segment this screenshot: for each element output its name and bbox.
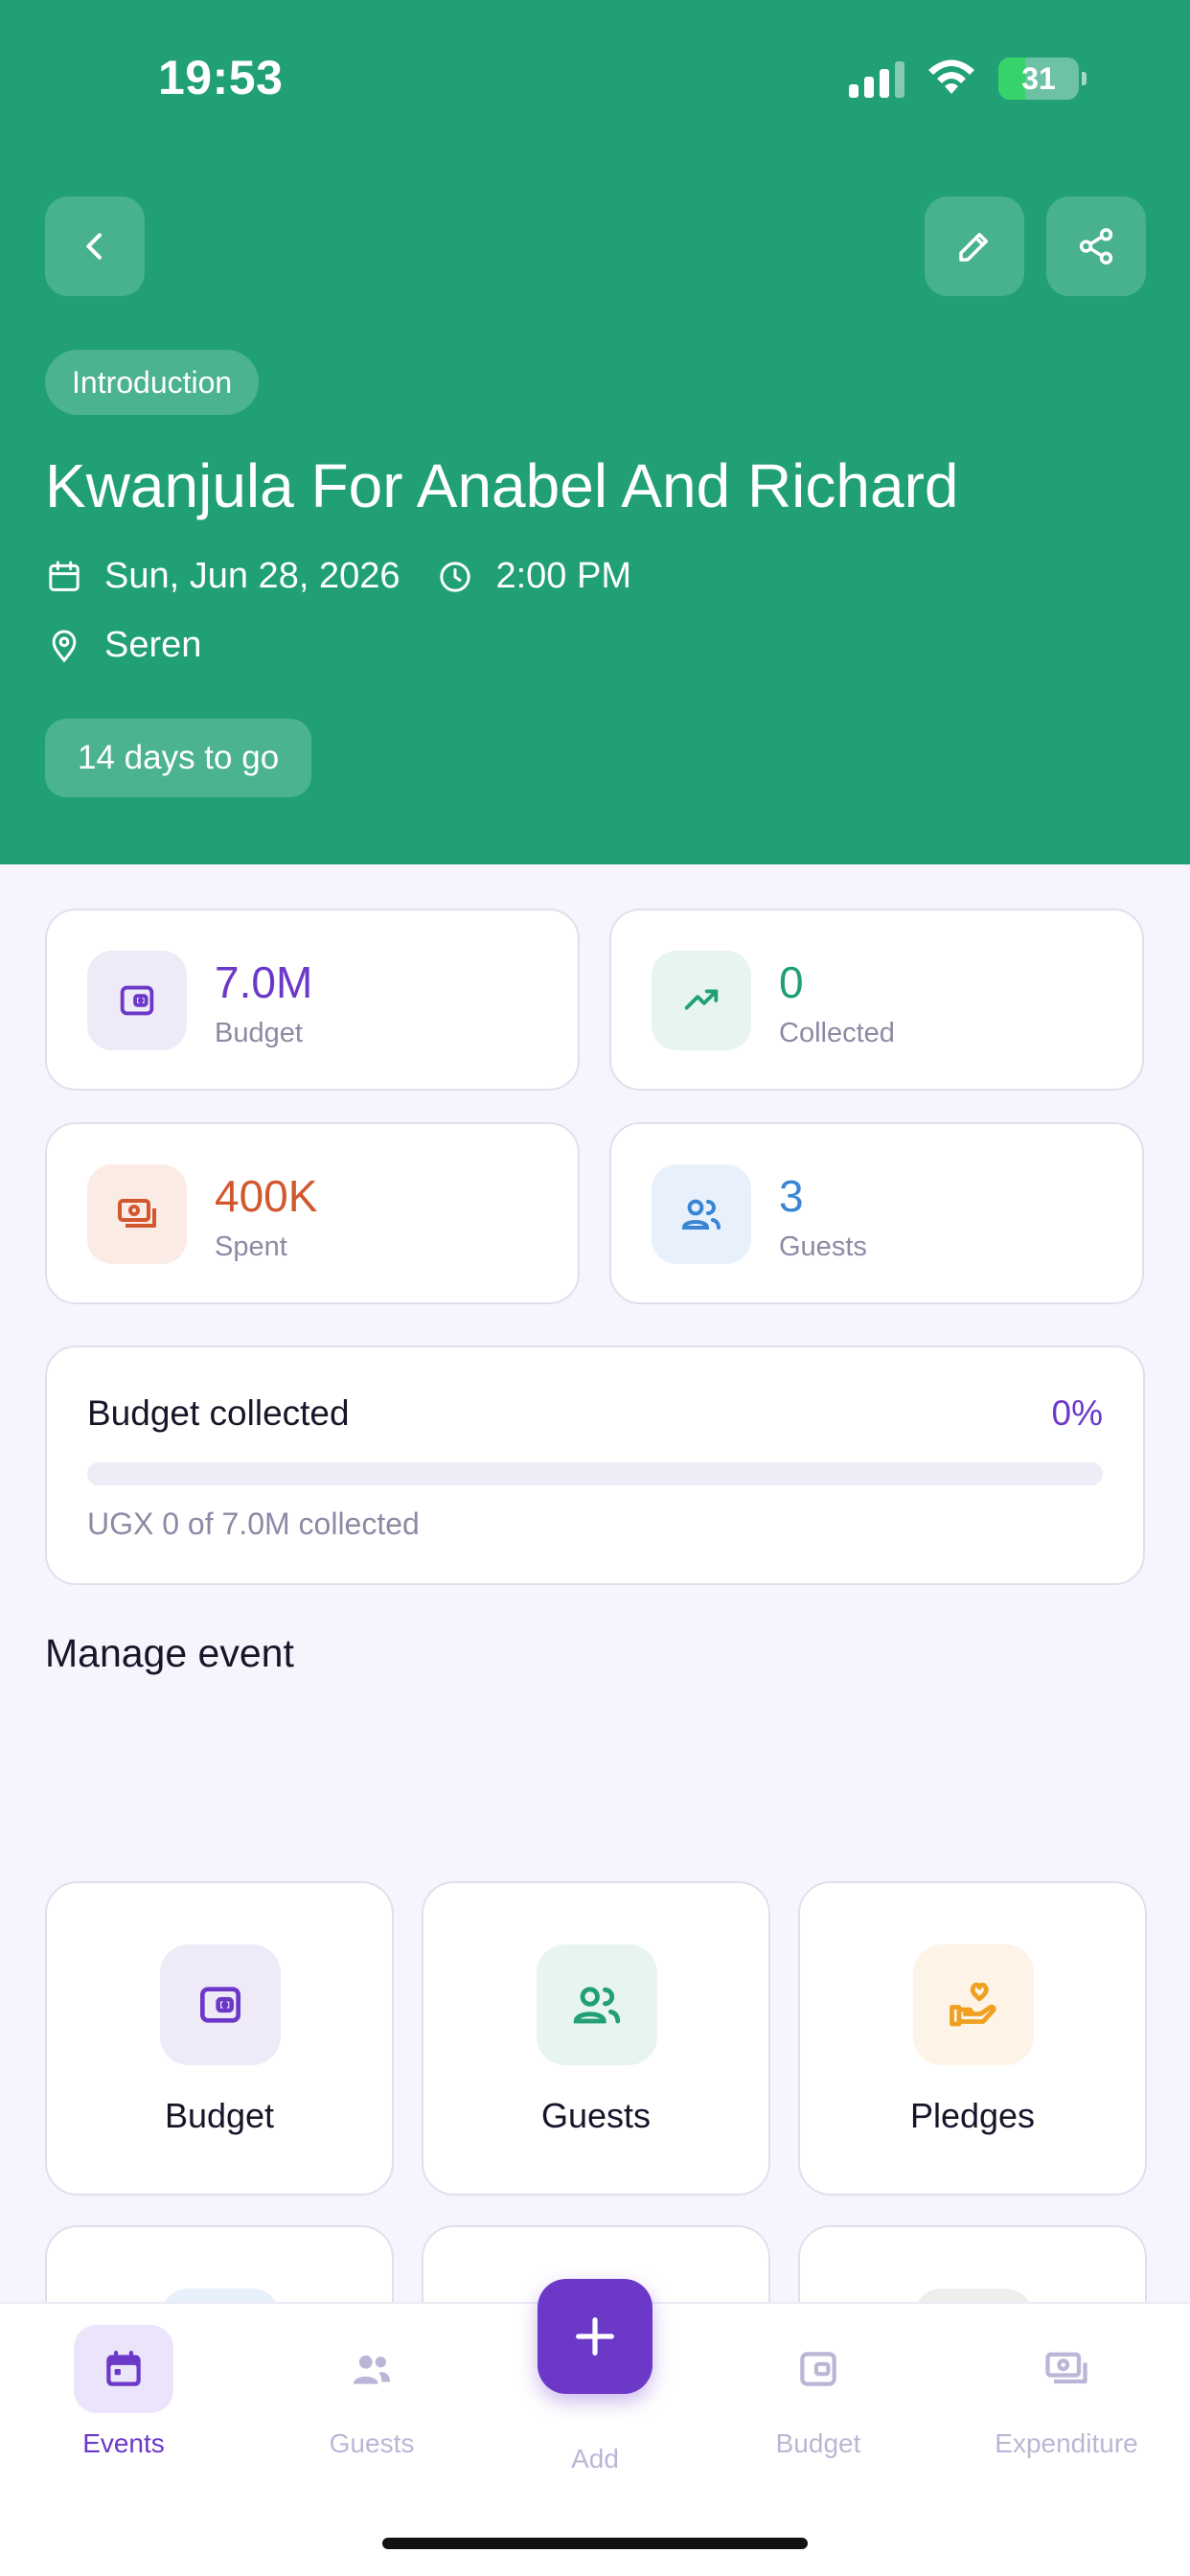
stat-spent[interactable]: 400K Spent bbox=[45, 1122, 580, 1304]
stat-guests[interactable]: 3 Guests bbox=[609, 1122, 1144, 1304]
tab-expenditure[interactable]: Expenditure bbox=[971, 2325, 1162, 2459]
share-icon bbox=[1079, 228, 1113, 264]
stat-collected-value: 0 bbox=[779, 957, 804, 1007]
tile-pledges-label: Pledges bbox=[909, 2096, 1036, 2135]
countdown-badge: 14 days to go bbox=[45, 719, 312, 797]
event-location: Seren bbox=[45, 625, 201, 666]
pencil-icon bbox=[959, 233, 988, 262]
tab-events[interactable]: Events bbox=[28, 2325, 219, 2459]
tab-expenditure-label: Expenditure bbox=[995, 2428, 1138, 2458]
budget-progress-card: Budget collected 0% UGX 0 of 7.0M collec… bbox=[45, 1346, 1145, 1585]
trending-up-icon bbox=[652, 951, 751, 1050]
location-pin-icon bbox=[52, 630, 77, 662]
tile-budget-label: Budget bbox=[164, 2096, 275, 2135]
event-type-tag: Introduction bbox=[45, 350, 260, 415]
stat-spent-label: Spent bbox=[215, 1231, 287, 1262]
battery-icon: 31 bbox=[998, 58, 1087, 100]
tab-events-label: Events bbox=[82, 2428, 165, 2458]
status-icons: 31 bbox=[849, 58, 1087, 100]
tile-pledges[interactable]: Pledges bbox=[798, 1881, 1147, 2196]
budget-progress-bar bbox=[87, 1462, 1103, 1485]
battery-level: 31 bbox=[1021, 60, 1056, 96]
stat-budget-label: Budget bbox=[215, 1018, 303, 1048]
clock-icon bbox=[440, 561, 471, 592]
chevron-left-icon bbox=[86, 233, 102, 260]
calendar-icon bbox=[74, 2325, 173, 2413]
stat-budget[interactable]: 7.0M Budget bbox=[45, 908, 580, 1091]
tile-guests-label: Guests bbox=[540, 2096, 652, 2135]
stat-guests-label: Guests bbox=[779, 1231, 867, 1262]
event-date: Sun, Jun 28, 2026 bbox=[104, 556, 400, 596]
event-header: 19:53 31 Introduction Kwanjula For Anabe… bbox=[0, 0, 1190, 864]
signal-icon bbox=[849, 59, 904, 98]
stat-guests-value: 3 bbox=[779, 1171, 804, 1221]
stat-collected-label: Collected bbox=[779, 1018, 895, 1048]
stat-spent-value: 400K bbox=[215, 1171, 318, 1221]
users-icon bbox=[322, 2325, 422, 2413]
wallet-icon bbox=[768, 2325, 868, 2413]
stat-collected[interactable]: 0 Collected bbox=[609, 908, 1144, 1091]
wallet-icon bbox=[87, 951, 187, 1050]
event-time: 2:00 PM bbox=[495, 556, 632, 596]
cash-icon bbox=[1017, 2325, 1116, 2413]
cash-icon bbox=[87, 1164, 187, 1264]
wallet-icon bbox=[160, 1944, 281, 2065]
users-icon bbox=[537, 1944, 657, 2065]
edit-button[interactable] bbox=[925, 196, 1024, 296]
event-location-text: Seren bbox=[104, 625, 202, 665]
tab-guests[interactable]: Guests bbox=[276, 2325, 468, 2459]
tab-guests-label: Guests bbox=[329, 2428, 415, 2458]
home-indicator bbox=[382, 2538, 808, 2549]
tab-budget-label: Budget bbox=[775, 2428, 861, 2458]
tab-budget[interactable]: Budget bbox=[722, 2325, 914, 2459]
stat-budget-value: 7.0M bbox=[215, 957, 313, 1007]
tile-budget[interactable]: Budget bbox=[45, 1881, 394, 2196]
budget-progress-detail: UGX 0 of 7.0M collected bbox=[87, 1506, 420, 1541]
wifi-icon bbox=[928, 59, 974, 94]
budget-progress-title: Budget collected bbox=[87, 1393, 350, 1433]
back-button[interactable] bbox=[45, 196, 145, 296]
plus-icon bbox=[576, 2317, 614, 2356]
hand-heart-icon bbox=[913, 1944, 1034, 2065]
users-icon bbox=[652, 1164, 751, 1264]
share-button[interactable] bbox=[1046, 196, 1146, 296]
calendar-icon bbox=[49, 561, 80, 591]
tile-guests[interactable]: Guests bbox=[422, 1881, 770, 2196]
event-title: Kwanjula For Anabel And Richard bbox=[45, 451, 959, 520]
add-button[interactable] bbox=[538, 2279, 652, 2394]
event-datetime: Sun, Jun 28, 2026 2:00 PM bbox=[45, 556, 631, 597]
status-time: 19:53 bbox=[158, 51, 284, 104]
budget-progress-percent: 0% bbox=[1051, 1393, 1103, 1433]
tab-add-label: Add bbox=[571, 2444, 619, 2473]
manage-event-heading: Manage event bbox=[45, 1631, 294, 1675]
